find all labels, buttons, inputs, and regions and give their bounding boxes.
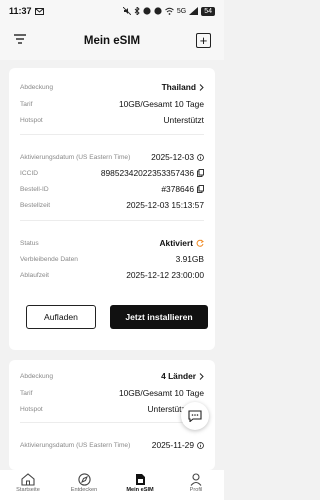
activation-value: 2025-11-29 [151, 440, 194, 450]
activation-value: 2025-12-03 [151, 152, 194, 162]
plan-label: Tarif [20, 389, 33, 397]
order-id-label: Bestell-ID [20, 185, 49, 193]
remaining-data-row: Verbleibende Daten 3.91GB [20, 252, 204, 266]
chat-support-button[interactable] [181, 402, 209, 430]
app-header: Mein eSIM + [0, 22, 224, 60]
expiry-value: 2025-12-12 23:00:00 [126, 270, 204, 280]
esim-card: Abdeckung Thailand Tarif 10GB/Gesamt 10 … [9, 68, 215, 350]
nav-label-discover: Entdecken [70, 487, 98, 493]
divider [20, 422, 204, 423]
remaining-data-value: 3.91GB [175, 254, 204, 264]
nav-label-profile: Profil [189, 487, 203, 493]
compass-icon [77, 473, 91, 486]
app-badge-icon-2 [154, 7, 162, 15]
filter-icon[interactable] [14, 34, 26, 44]
page-title: Mein eSIM [83, 35, 141, 47]
chat-bubble-icon [188, 410, 202, 422]
remaining-data-label: Verbleibende Daten [20, 255, 78, 263]
order-time-value: 2025-12-03 15:13:57 [126, 200, 204, 210]
status-time: 11:37 [9, 6, 32, 16]
plan-row: Tarif 10GB/Gesamt 10 Tage [20, 386, 204, 400]
info-icon[interactable] [197, 441, 204, 449]
nav-item-my-esim[interactable]: Mein eSIM [118, 473, 162, 493]
copy-icon[interactable] [197, 185, 204, 193]
coverage-value: 4 Länder [161, 371, 196, 381]
hotspot-row: Hotspot Unterstützt [20, 402, 204, 416]
plan-label: Tarif [20, 100, 33, 108]
copy-icon[interactable] [197, 169, 204, 177]
status-row: Status Aktiviert [20, 236, 204, 250]
nav-item-profile[interactable]: Profil [174, 473, 218, 493]
activation-label: Aktivierungsdatum (US Eastern Time) [20, 153, 131, 161]
order-time-row: Bestellzeit 2025-12-03 15:13:57 [20, 198, 204, 212]
home-icon [21, 473, 35, 486]
iccid-value: 89852342022353357436 [100, 168, 194, 178]
activation-label: Aktivierungsdatum (US Eastern Time) [20, 441, 131, 449]
profile-icon [190, 473, 202, 486]
hotspot-row: Hotspot Unterstützt [20, 113, 204, 127]
coverage-row[interactable]: Abdeckung 4 Länder [20, 369, 204, 383]
order-id-value: #378646 [161, 184, 194, 194]
coverage-label: Abdeckung [20, 83, 53, 91]
nav-label-my-esim: Mein eSIM [126, 487, 154, 493]
status-value: Aktiviert [159, 238, 193, 248]
mail-icon [34, 7, 44, 15]
activation-row: Aktivierungsdatum (US Eastern Time) 2025… [20, 150, 204, 164]
hotspot-label: Hotspot [20, 405, 43, 413]
divider [20, 134, 204, 135]
iccid-label: ICCID [20, 169, 38, 177]
chevron-right-icon [199, 83, 204, 91]
refresh-icon[interactable] [196, 239, 204, 247]
chevron-right-icon [199, 372, 204, 380]
status-bar: 11:37 5G 54 [0, 0, 224, 22]
plan-value: 10GB/Gesamt 10 Tage [118, 388, 204, 398]
divider [20, 220, 204, 221]
plan-value: 10GB/Gesamt 10 Tage [118, 99, 204, 109]
nav-item-discover[interactable]: Entdecken [62, 473, 106, 493]
sim-icon [135, 474, 145, 485]
bluetooth-icon [134, 7, 140, 15]
plus-icon: + [199, 33, 208, 48]
battery-icon: 54 [201, 6, 215, 16]
status-label: Status [20, 239, 39, 247]
app-badge-icon [143, 7, 151, 15]
network-label: 5G [176, 7, 187, 15]
mute-icon [122, 7, 131, 15]
wifi-icon [165, 7, 174, 15]
signal-icon [189, 7, 199, 15]
nav-label-home: Startseite [16, 487, 40, 493]
info-icon[interactable] [197, 153, 204, 161]
add-esim-button[interactable]: + [196, 33, 211, 48]
nav-item-home[interactable]: Startseite [6, 473, 50, 493]
hotspot-value: Unterstützt [163, 115, 205, 125]
order-id-row: Bestell-ID #378646 [20, 182, 204, 196]
expiry-row: Ablaufzeit 2025-12-12 23:00:00 [20, 268, 204, 282]
order-time-label: Bestellzeit [20, 201, 51, 209]
coverage-value: Thailand [161, 82, 196, 92]
coverage-label: Abdeckung [20, 372, 53, 380]
install-now-button[interactable]: Jetzt installieren [110, 305, 208, 329]
coverage-row[interactable]: Abdeckung Thailand [20, 80, 204, 94]
hotspot-label: Hotspot [20, 116, 43, 124]
bottom-navigation: Startseite Entdecken Mein eSIM Profil [0, 470, 224, 500]
activation-row: Aktivierungsdatum (US Eastern Time) 2025… [20, 438, 204, 452]
iccid-row: ICCID 89852342022353357436 [20, 166, 204, 180]
plan-row: Tarif 10GB/Gesamt 10 Tage [20, 97, 204, 111]
expiry-label: Ablaufzeit [20, 271, 49, 279]
topup-button[interactable]: Aufladen [26, 305, 96, 329]
